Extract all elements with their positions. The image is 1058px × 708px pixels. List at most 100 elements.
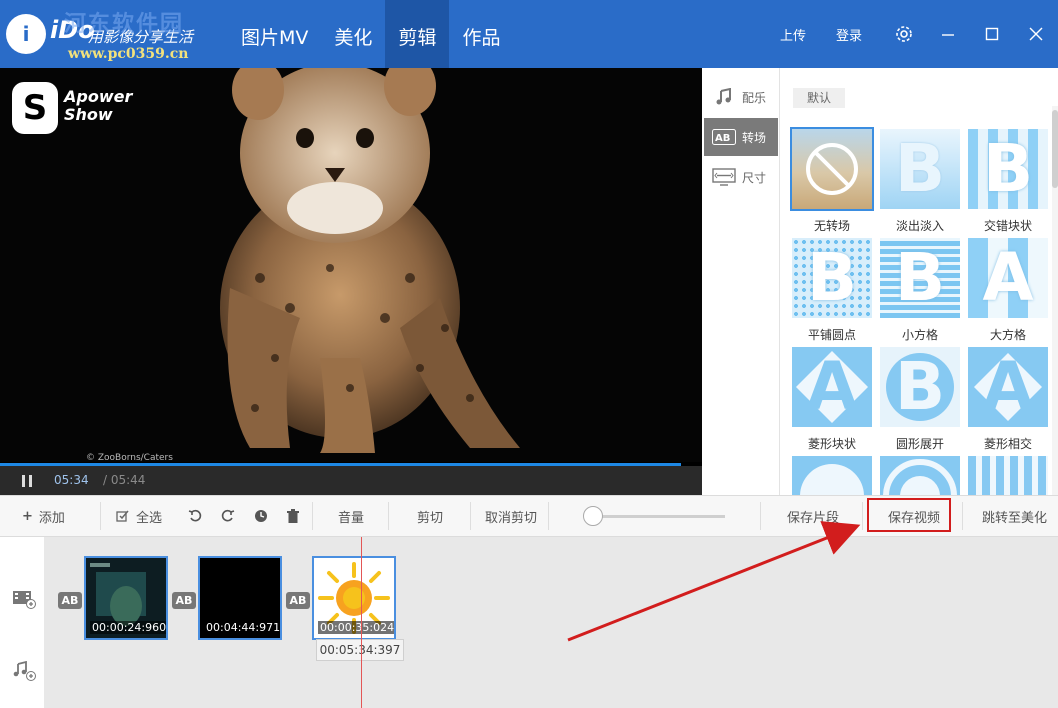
- save-video-highlight: [867, 498, 951, 532]
- logo-circle-icon: i: [6, 14, 46, 54]
- nav-tab-beautify[interactable]: 美化: [321, 0, 385, 68]
- window-actions: 上传 登录: [780, 0, 1058, 68]
- transition-thumb-diamond-cross[interactable]: A: [968, 347, 1048, 427]
- transition-thumb-row4-1[interactable]: [792, 456, 872, 495]
- transition-thumb-tiled-dots[interactable]: B: [792, 238, 872, 318]
- transition-b-glyph: A: [982, 239, 1034, 316]
- clip-duration: 00:00:24:960: [90, 621, 167, 634]
- transition-label-fade: 淡出淡入: [895, 219, 944, 233]
- transition-thumb-small-grid[interactable]: B: [880, 238, 960, 318]
- transition-thumb-row4-2[interactable]: [880, 456, 960, 495]
- add-label: 添加: [38, 510, 65, 526]
- transition-thumb-none[interactable]: [790, 127, 874, 211]
- side-tab-transition[interactable]: AB 转场: [704, 118, 778, 156]
- close-icon[interactable]: [1014, 0, 1058, 68]
- side-tab-size[interactable]: 尺寸: [704, 158, 778, 196]
- select-all-label: 全选: [136, 510, 163, 526]
- transition-b-glyph: B: [806, 239, 858, 316]
- toolbar-divider: [962, 502, 963, 530]
- plus-icon: +: [22, 508, 33, 524]
- timeline-playhead[interactable]: [361, 537, 362, 708]
- toolbar-divider: [862, 502, 863, 530]
- clip-duration: 00:00:35:024: [318, 621, 395, 634]
- ab-transition-marker[interactable]: AB: [58, 592, 82, 609]
- transition-label-circle-expand: 圆形展开: [895, 437, 944, 451]
- transition-label-diamond-cross: 菱形相交: [983, 437, 1032, 451]
- transition-preview-shape: [800, 464, 864, 495]
- transition-label-tiled-dots: 平铺圆点: [807, 328, 856, 342]
- transition-thumb-fade[interactable]: B: [880, 129, 960, 209]
- transition-thumb-large-grid[interactable]: A: [968, 238, 1048, 318]
- transition-b-glyph: B: [894, 130, 946, 207]
- add-music-track-icon[interactable]: [12, 661, 36, 681]
- total-time: / 05:44: [103, 473, 146, 487]
- trash-icon[interactable]: [287, 496, 299, 536]
- transition-b-glyph: A: [806, 348, 858, 425]
- apowershow-logo-text-2: Show: [64, 105, 113, 124]
- transition-label-diamond-blocks: 菱形块状: [807, 437, 856, 451]
- save-segment-button[interactable]: 保存片段: [787, 496, 839, 536]
- zoom-slider-track[interactable]: [590, 515, 725, 518]
- transition-b-glyph: A: [982, 348, 1034, 425]
- category-default-tag[interactable]: 默认: [793, 88, 845, 108]
- apowershow-logo: S Apower Show: [12, 82, 152, 142]
- transition-label-none: 无转场: [813, 219, 850, 233]
- watermark-url: www.pc0359.cn: [68, 46, 189, 62]
- uncut-button[interactable]: 取消剪切: [485, 496, 537, 536]
- panel-scrollbar-thumb[interactable]: [1052, 110, 1058, 188]
- nav-tab-edit[interactable]: 剪辑: [385, 0, 450, 68]
- timeline-area[interactable]: [44, 537, 1058, 708]
- transition-label-small-grid: 小方格: [901, 328, 938, 342]
- upload-link[interactable]: 上传: [780, 25, 806, 44]
- maximize-icon[interactable]: [970, 0, 1014, 68]
- music-note-icon: [712, 88, 736, 106]
- side-tab-size-label: 尺寸: [742, 170, 767, 185]
- video-preview[interactable]: S Apower Show © ZooBorns/Caters 05:34 / …: [0, 68, 702, 495]
- volume-button[interactable]: 音量: [338, 496, 364, 536]
- add-button[interactable]: + 添加: [22, 496, 65, 536]
- zoom-slider-knob[interactable]: [583, 506, 603, 526]
- cut-button[interactable]: 剪切: [417, 496, 443, 536]
- transition-b-glyph: B: [894, 239, 946, 316]
- ab-transition-marker[interactable]: AB: [172, 592, 196, 609]
- svg-text:AB: AB: [715, 133, 730, 144]
- timeline-time-tooltip: 00:05:34:397: [316, 639, 404, 661]
- nav-tab-works[interactable]: 作品: [449, 0, 513, 68]
- transition-label-staggered-blocks: 交错块状: [983, 219, 1032, 233]
- timeline-clip[interactable]: 00:00:35:024: [312, 556, 396, 640]
- transition-panel: 默认 无转场 B 淡出淡入 B 交错块状 B 平铺圆点 B 小方格 A 大方格 …: [780, 68, 1058, 495]
- apowershow-logo-text-1: Apower: [64, 87, 133, 106]
- transition-label-large-grid: 大方格: [989, 328, 1026, 342]
- select-all-button[interactable]: 全选: [116, 496, 162, 536]
- side-tab-transition-label: 转场: [742, 130, 767, 145]
- transition-preview-shape: [883, 459, 957, 495]
- timeline-clip[interactable]: 00:04:44:971: [198, 556, 282, 640]
- side-tab-music-label: 配乐: [742, 90, 767, 105]
- clock-icon[interactable]: [254, 496, 268, 536]
- transition-thumb-diamond-blocks[interactable]: A: [792, 347, 872, 427]
- watermark-text: 河东软件园: [64, 12, 185, 37]
- toolbar-divider: [470, 502, 471, 530]
- settings-gear-icon[interactable]: [882, 0, 926, 68]
- checkbox-icon: [116, 510, 129, 522]
- toolbar-divider: [760, 502, 761, 530]
- pause-icon[interactable]: [20, 474, 34, 488]
- ab-transition-marker[interactable]: AB: [286, 592, 310, 609]
- player-controls: 05:34 / 05:44: [0, 466, 702, 495]
- minimize-icon[interactable]: [926, 0, 970, 68]
- transition-thumb-row4-3[interactable]: [968, 456, 1048, 495]
- transition-thumb-staggered-blocks[interactable]: B: [968, 129, 1048, 209]
- current-time: 05:34: [54, 473, 89, 487]
- resize-icon: [712, 168, 736, 186]
- goto-beautify-button[interactable]: 跳转至美化: [982, 496, 1047, 536]
- nav-tab-picture-mv[interactable]: 图片MV: [228, 0, 321, 68]
- login-link[interactable]: 登录: [836, 25, 862, 44]
- video-frame: S Apower Show © ZooBorns/Caters: [0, 68, 702, 463]
- transition-thumb-circle-expand[interactable]: B: [880, 347, 960, 427]
- side-tab-music[interactable]: 配乐: [704, 78, 778, 116]
- timeline-clip[interactable]: 00:00:24:960: [84, 556, 168, 640]
- redo-icon[interactable]: [221, 496, 235, 536]
- clip-duration: 00:04:44:971: [204, 621, 281, 634]
- add-video-track-icon[interactable]: [12, 589, 36, 609]
- undo-icon[interactable]: [188, 496, 202, 536]
